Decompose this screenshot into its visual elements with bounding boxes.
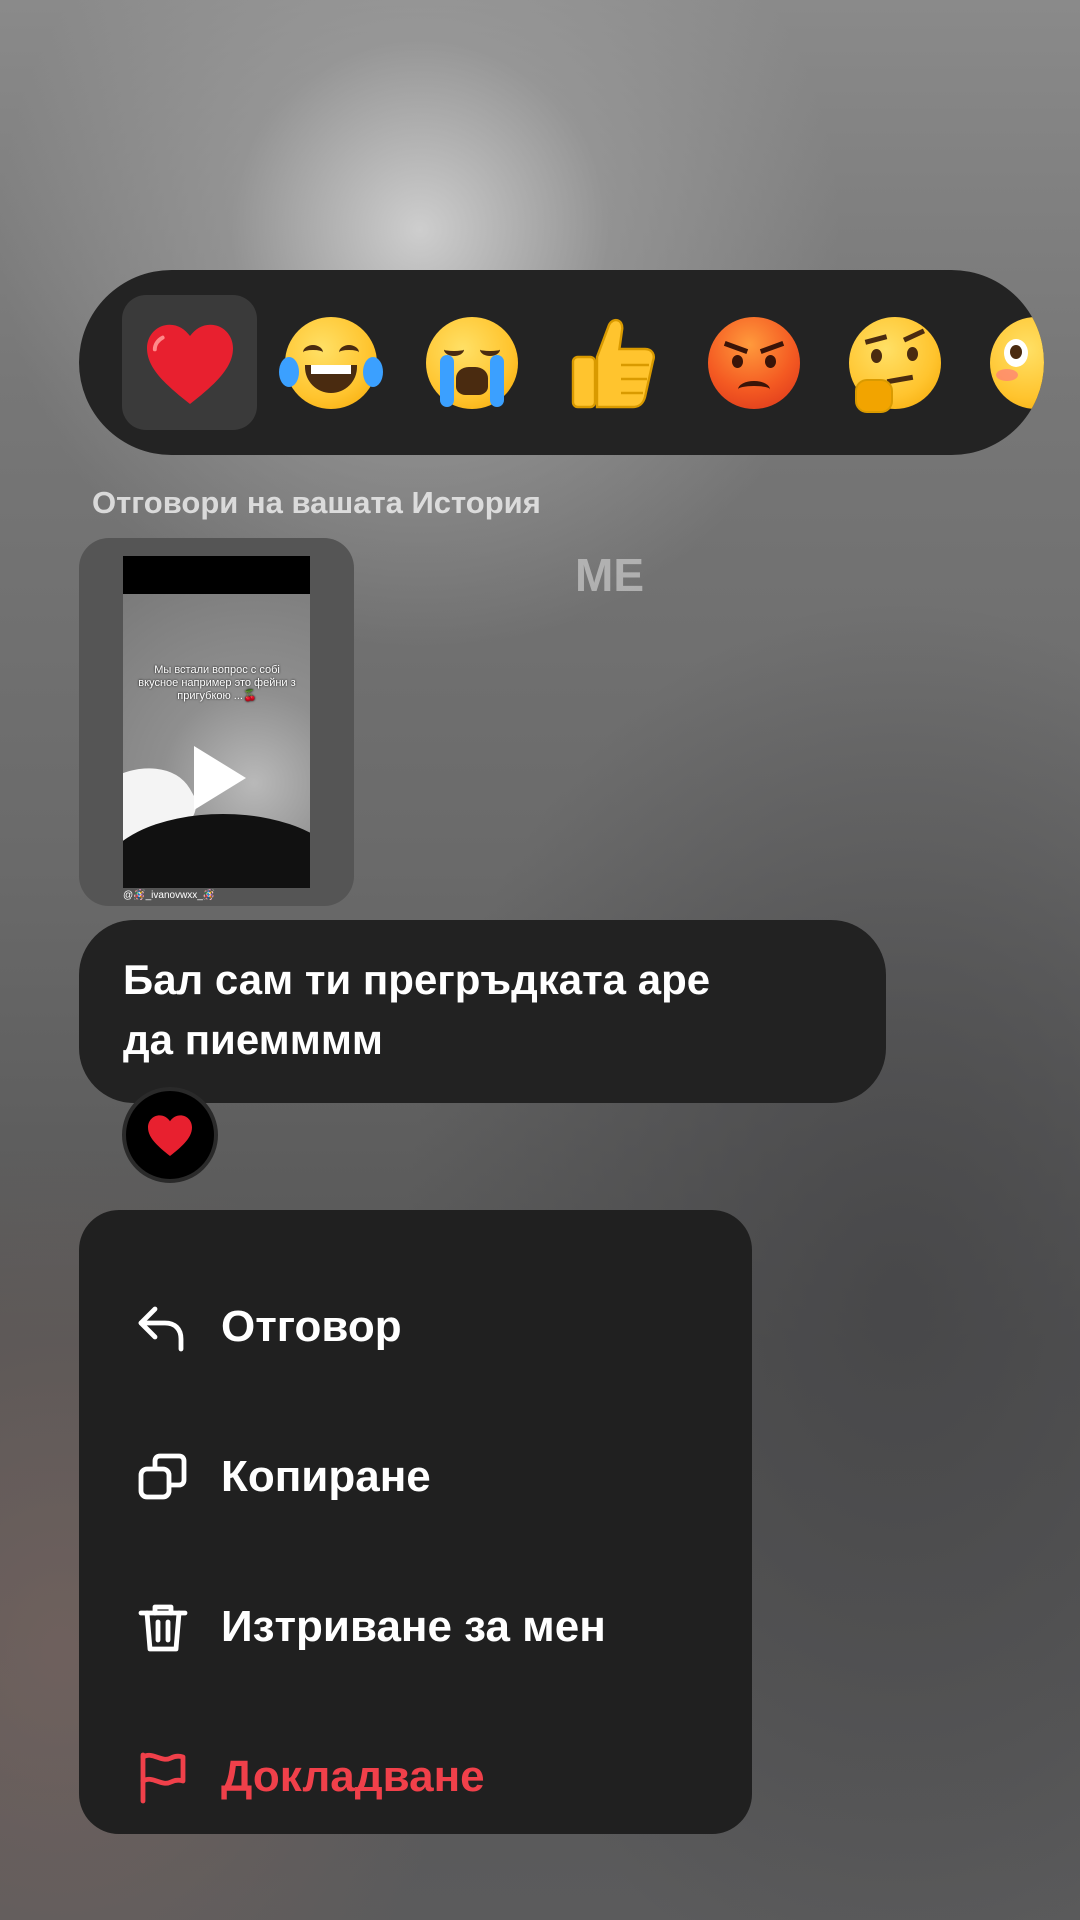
loudly-crying-face-icon: [425, 316, 518, 409]
red-heart-icon: [146, 324, 233, 404]
copy-icon: [138, 1453, 187, 1500]
reaction-thumbs-up[interactable]: [545, 295, 680, 430]
menu-item-copy-label: Копиране: [221, 1452, 431, 1501]
story-reply-label: Отговори на вашата История: [92, 485, 541, 520]
sender-label: ME: [575, 549, 644, 601]
menu-item-reply-label: Отговор: [221, 1302, 402, 1351]
flushed-face-icon: [989, 316, 1044, 409]
face-with-tears-of-joy-icon: [278, 316, 383, 409]
angry-face-icon: [707, 316, 800, 409]
story-thumbnail: Мы встали вопрос с собі вкусное например…: [123, 556, 310, 888]
play-icon: [194, 746, 246, 810]
flag-icon: [140, 1752, 186, 1804]
reaction-thinking-face[interactable]: [827, 295, 962, 430]
story-dark-shape: [123, 814, 310, 888]
trash-icon: [138, 1604, 188, 1652]
reaction-face-with-tears-of-joy[interactable]: [263, 295, 398, 430]
story-username: @🪅_ivanovwxx_🪅: [123, 890, 216, 901]
reaction-loudly-crying-face[interactable]: [404, 295, 539, 430]
menu-item-copy[interactable]: Копиране: [79, 1412, 752, 1542]
menu-item-delete-label: Изтриване за мен: [221, 1602, 606, 1651]
thinking-face-icon: [848, 316, 941, 413]
message-text-line-2: да пиемммм: [123, 1016, 383, 1063]
message-bubble[interactable]: Бал сам ти прегръдката аре да пиемммм: [79, 920, 886, 1103]
reaction-angry-face[interactable]: [686, 295, 821, 430]
story-image: Мы встали вопрос с собі вкусное например…: [123, 594, 310, 888]
reaction-red-heart[interactable]: [122, 295, 257, 430]
menu-item-report-label: Докладване: [221, 1752, 485, 1801]
story-preview-card[interactable]: Мы встали вопрос с собі вкусное например…: [79, 538, 354, 906]
story-overlay-text: Мы встали вопрос с собі вкусное например…: [138, 664, 296, 702]
reply-arrow-icon: [138, 1306, 184, 1352]
menu-item-report[interactable]: Докладване: [79, 1712, 752, 1842]
message-action-menu: Отговор Копиране Изтриване за мен Доклад…: [79, 1210, 752, 1834]
menu-item-delete-for-me[interactable]: Изтриване за мен: [79, 1562, 752, 1692]
message-text-line-1: Бал сам ти прегръдката аре: [123, 956, 711, 1003]
reaction-flushed-face[interactable]: [968, 295, 1044, 430]
message-reaction-badge[interactable]: [122, 1087, 218, 1183]
menu-item-reply[interactable]: Отговор: [79, 1262, 752, 1392]
reaction-bar: [79, 270, 1044, 455]
thumbs-up-icon: [571, 318, 655, 408]
red-heart-icon: [148, 1115, 192, 1156]
